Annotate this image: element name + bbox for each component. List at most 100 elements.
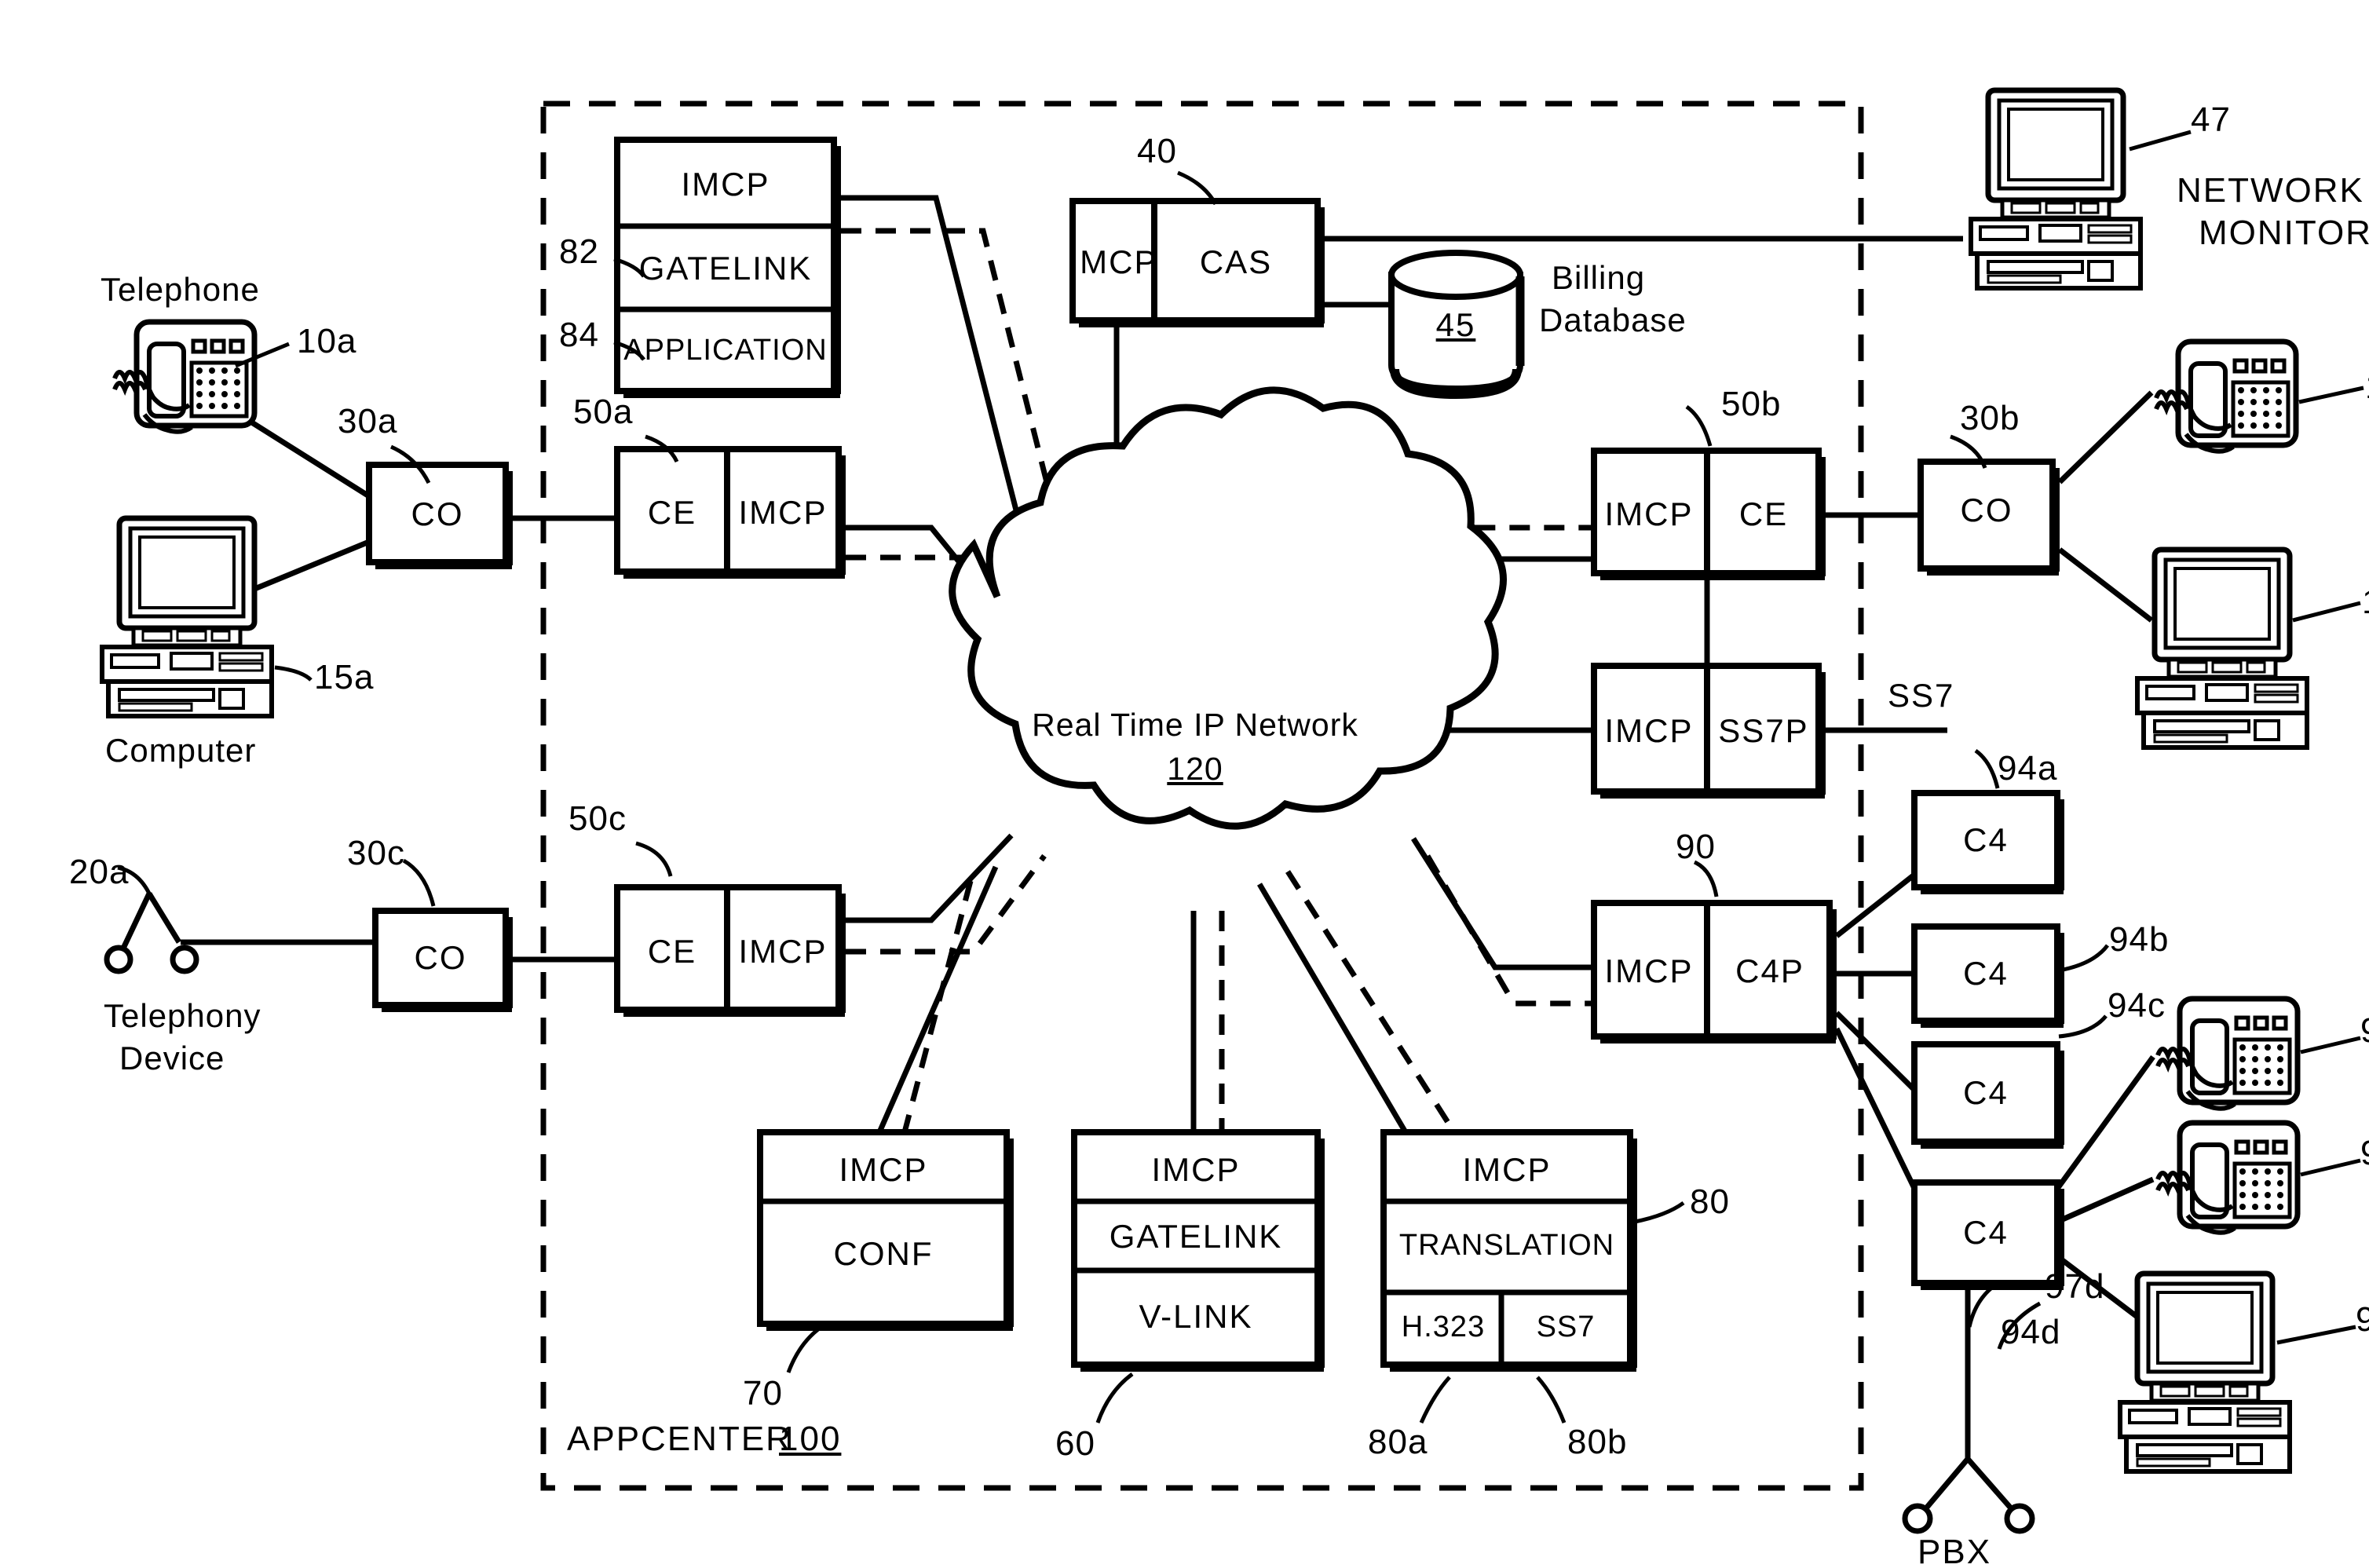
leader-47 [2129,130,2192,152]
vlink-row-0: IMCP [1151,1151,1241,1188]
leader-94b [2058,944,2109,973]
leader-97b [2300,1158,2361,1177]
ce-c-left-label: CE [647,933,697,970]
cas-right-label: CAS [1199,243,1273,280]
ref-94d: 94d [2001,1313,2061,1351]
ref-80a: 80a [1368,1423,1428,1461]
c4p-left-label: IMCP [1604,952,1694,989]
network-monitor-line1: NETWORK [2177,171,2364,210]
leader-30c [402,858,436,907]
leader-97a [2300,1036,2361,1054]
billing-db-ref: 45 [1435,306,1476,343]
co-c-label: CO [414,939,467,976]
leader-80b [1536,1376,1567,1424]
vlink-row-2: V-LINK [1139,1298,1253,1335]
ref-15b: 15b [2362,583,2369,622]
leader-94c [2058,1014,2108,1039]
translation-row-0: IMCP [1462,1151,1552,1188]
co-a-label: CO [411,495,464,532]
ref-94c: 94c [2108,986,2166,1025]
telephone-10b-icon [2156,342,2296,451]
ref-97c: 97c [2356,1300,2369,1340]
leader-97c [2276,1325,2356,1345]
leader-80a [1419,1376,1451,1424]
leader-10b [2298,386,2364,404]
leader-50b [1685,404,1713,447]
ref-97d: 97d [2045,1267,2105,1306]
vlink-row-1: GATELINK [1109,1218,1283,1255]
translation-ss7: SS7 [1536,1310,1596,1343]
computer-97c-icon [2120,1274,2290,1471]
billing-db-caption-1: Billing [1552,259,1646,296]
ref-10a: 10a [297,322,357,360]
ss7p-left-label: IMCP [1604,712,1694,749]
ref-20a: 20a [69,853,130,891]
conf-row-0: IMCP [839,1151,928,1188]
computer-15a-icon [102,518,272,716]
conf-row-1: CONF [833,1235,934,1272]
patent-figure: Telephone 10a Computer 15a 30a CO 20a Te… [0,0,2369,1568]
ref-80b: 80b [1567,1423,1628,1461]
ref-60: 60 [1055,1424,1095,1463]
appcenter-ref: 100 [779,1420,842,1458]
cloud-label: Real Time IP Network [1032,707,1358,743]
gatelink-stack-row-0: IMCP [681,166,770,203]
leader-60 [1095,1372,1134,1424]
ref-47: 47 [2191,101,2231,139]
gatelink-stack-row-2: APPLICATION [623,334,828,367]
c4-b-label: C4 [1963,955,2009,992]
cloud-ref: 120 [1167,751,1223,787]
computer-caption: Computer [105,732,257,769]
telephone-caption: Telephone [101,271,260,308]
leader-90 [1693,860,1719,897]
telephony-device-caption-2: Device [119,1040,225,1076]
appcenter-label: APPCENTER [567,1420,792,1458]
ref-50c: 50c [568,799,627,838]
telephone-10a-icon [115,322,254,432]
co-b-label: CO [1960,492,2013,528]
cob-endpoint-links [2057,390,2154,623]
c4-a-label: C4 [1963,821,2009,858]
ref-80: 80 [1690,1182,1730,1221]
computer-15b-icon [2137,550,2307,747]
ref-97a: 97a [2360,1011,2369,1051]
c4p-right-label: C4P [1735,952,1804,989]
ref-82: 82 [559,232,599,271]
ref-50a: 50a [573,393,634,431]
leader-94a [1974,748,2000,789]
ref-30b: 30b [1960,399,2020,437]
telephone-97b-icon [2158,1123,2298,1233]
ref-30a: 30a [338,402,398,440]
telephone-97a-icon [2158,999,2298,1109]
ss7p-right-label: SS7P [1718,712,1809,749]
c4-c-label: C4 [1963,1074,2009,1111]
translation-h323: H.323 [1401,1310,1486,1343]
network-monitor-icon [1971,90,2141,288]
ref-40: 40 [1137,132,1177,170]
ref-97b: 97b [2360,1134,2369,1173]
cas-left-label: IMCP [1069,243,1158,280]
ce-a-left-label: CE [647,494,697,531]
leader-70 [786,1325,823,1373]
leader-94d [1967,1282,1998,1328]
ip-network-cloud [949,386,1507,830]
ref-10b: 10b [2365,367,2369,407]
ref-84: 84 [559,316,599,354]
leader-50c [635,841,673,877]
telephony-device-caption-1: Telephony [104,997,261,1034]
gatelink-stack-row-1: GATELINK [638,250,813,287]
c4p-links [1833,872,1925,1206]
ref-50b: 50b [1721,385,1782,423]
ce-b-left-label: IMCP [1604,495,1694,532]
telephony-device-symbol [104,892,199,974]
ref-94a: 94a [1998,749,2058,788]
ref-70: 70 [743,1374,783,1413]
ref-94b: 94b [2109,920,2170,959]
ref-30c: 30c [347,834,405,872]
translation-row-1: TRANSLATION [1398,1229,1615,1262]
ce-c-right-label: IMCP [738,933,828,970]
leader-80 [1634,1201,1685,1224]
leader-15b [2292,601,2361,623]
ss7-link-label: SS7 [1888,677,1955,714]
billing-db-caption-2: Database [1539,302,1687,338]
